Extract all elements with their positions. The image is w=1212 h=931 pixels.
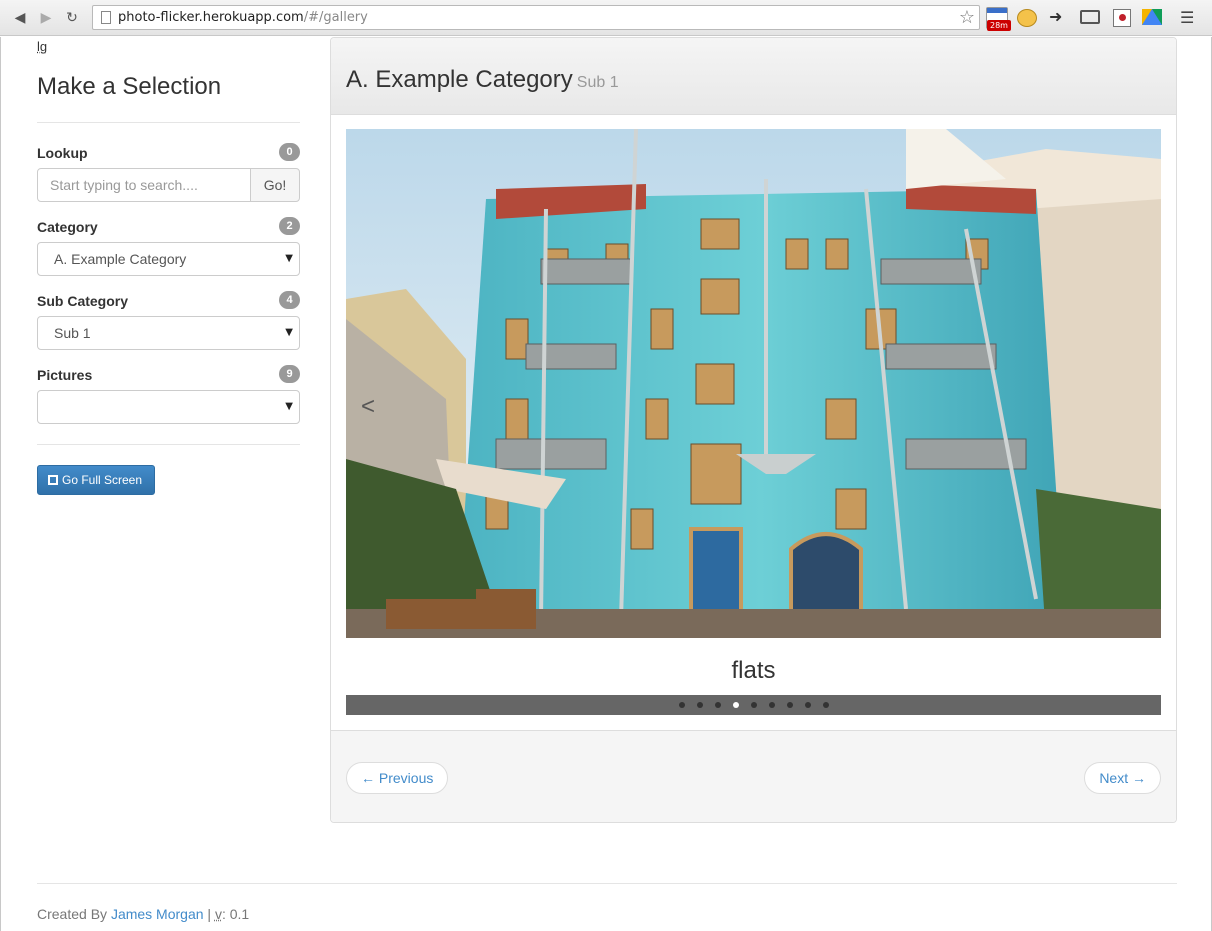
version-label: v bbox=[214, 906, 222, 922]
gallery-title: A. Example Category Sub 1 bbox=[346, 66, 619, 94]
carousel-indicator-dot[interactable] bbox=[696, 702, 703, 708]
menu-icon[interactable]: ☰ bbox=[1180, 8, 1202, 30]
carousel-indicator-dot[interactable] bbox=[804, 702, 811, 708]
go-button[interactable]: Go! bbox=[250, 168, 300, 202]
viewport-size-label: lg bbox=[37, 39, 48, 54]
category-selected-value: A. Example Category bbox=[54, 251, 187, 267]
carousel-indicator-dot[interactable] bbox=[768, 702, 775, 708]
caret-down-icon: ▼ bbox=[285, 253, 293, 264]
lookup-input-group: Go! bbox=[37, 168, 300, 202]
gallery-panel: A. Example Category Sub 1 < flats ← Prev… bbox=[330, 37, 1177, 823]
caret-down-icon: ▼ bbox=[285, 327, 293, 338]
building-photo bbox=[346, 129, 1161, 638]
caret-down-icon: ▼ bbox=[285, 401, 293, 412]
address-url[interactable]: photo-flicker.herokuapp.com/#/gallery bbox=[118, 10, 368, 25]
category-select[interactable]: A. Example Category ▼ bbox=[37, 242, 300, 276]
carousel-indicator-dot[interactable] bbox=[786, 702, 793, 708]
fullscreen-button-label: Go Full Screen bbox=[62, 473, 143, 487]
category-label: Category bbox=[37, 219, 98, 235]
subcategory-selected-value: Sub 1 bbox=[54, 325, 91, 341]
gallery-footer: ← Previous Next → bbox=[331, 730, 1176, 822]
carousel-indicator-dot[interactable] bbox=[732, 702, 739, 708]
pictures-select[interactable]: ▼ bbox=[37, 390, 300, 424]
next-button[interactable]: Next → bbox=[1084, 762, 1161, 794]
footer-separator: | bbox=[207, 906, 212, 922]
lookup-count-badge: 0 bbox=[279, 143, 300, 161]
url-path: /#/gallery bbox=[303, 10, 368, 25]
bookmark-star-icon[interactable]: ☆ bbox=[959, 7, 975, 28]
arrow-extension-icon[interactable]: ➜ bbox=[1049, 7, 1071, 29]
carousel-indicator-dot[interactable] bbox=[678, 702, 685, 708]
cast-icon[interactable] bbox=[1080, 10, 1100, 24]
address-bar[interactable]: photo-flicker.herokuapp.com/#/gallery ☆ bbox=[92, 5, 980, 30]
carousel-indicator-dot[interactable] bbox=[714, 702, 721, 708]
calendar-extension-icon[interactable]: 28m bbox=[986, 7, 1011, 31]
url-host: photo-flicker.herokuapp.com bbox=[118, 10, 304, 25]
author-link[interactable]: James Morgan bbox=[111, 906, 204, 922]
category-count-badge: 2 bbox=[279, 217, 300, 235]
created-by-label: Created By bbox=[37, 906, 108, 922]
carousel-indicator-dot[interactable] bbox=[750, 702, 757, 708]
search-input[interactable] bbox=[37, 168, 251, 202]
smiley-extension-icon[interactable] bbox=[1017, 9, 1037, 27]
back-icon[interactable]: ◀ bbox=[10, 8, 30, 28]
subcategory-label: Sub Category bbox=[37, 293, 129, 309]
carousel-indicator-bar bbox=[346, 695, 1161, 715]
previous-button[interactable]: ← Previous bbox=[346, 762, 449, 794]
pictures-count-badge: 9 bbox=[279, 365, 300, 383]
pocket-extension-icon[interactable] bbox=[1113, 9, 1131, 27]
calendar-badge: 28m bbox=[987, 20, 1011, 31]
fullscreen-icon bbox=[48, 475, 58, 485]
version-number: : 0.1 bbox=[221, 906, 250, 922]
fullscreen-button[interactable]: Go Full Screen bbox=[37, 465, 155, 495]
gallery-photo[interactable] bbox=[346, 129, 1161, 638]
sidebar-divider bbox=[37, 122, 300, 123]
gallery-heading: A. Example Category Sub 1 bbox=[331, 38, 1176, 115]
calendar-header bbox=[987, 8, 1007, 13]
photo-caption: flats bbox=[731, 657, 776, 684]
browser-toolbar: ◀ ▶ ↻ photo-flicker.herokuapp.com/#/gall… bbox=[0, 0, 1212, 36]
subcategory-select[interactable]: Sub 1 ▼ bbox=[37, 316, 300, 350]
page-icon bbox=[101, 11, 111, 24]
footer-divider bbox=[37, 883, 1177, 884]
lookup-label: Lookup bbox=[37, 145, 88, 161]
category-title: A. Example Category bbox=[346, 66, 573, 93]
page-content: lg Make a Selection Lookup 0 Go! Categor… bbox=[0, 37, 1212, 931]
subcategory-count-badge: 4 bbox=[279, 291, 300, 309]
reload-icon[interactable]: ↻ bbox=[62, 8, 82, 28]
pictures-label: Pictures bbox=[37, 367, 93, 383]
carousel-prev-control[interactable]: < bbox=[361, 393, 375, 421]
subcategory-subtitle: Sub 1 bbox=[576, 74, 619, 91]
forward-icon[interactable]: ▶ bbox=[36, 8, 56, 28]
sidebar-divider bbox=[37, 444, 300, 445]
carousel-indicator-dot[interactable] bbox=[822, 702, 829, 708]
carousel-indicators bbox=[346, 695, 1161, 715]
drive-icon[interactable] bbox=[1142, 9, 1162, 25]
sidebar-title: Make a Selection bbox=[37, 73, 222, 100]
page-footer: Created By James Morgan | v: 0.1 bbox=[37, 906, 249, 922]
